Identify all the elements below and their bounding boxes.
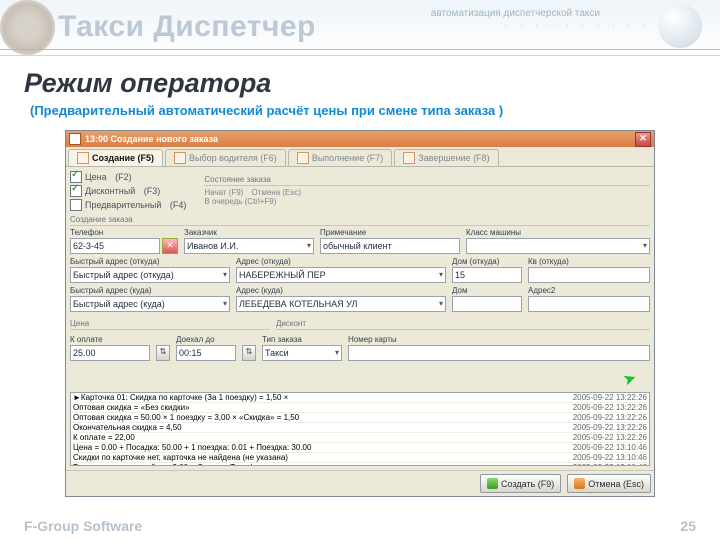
checkbox-discount[interactable]: Дисконтный (F3): [70, 185, 186, 197]
window-title: 13:00 Создание нового заказа: [85, 134, 218, 144]
flatto-input[interactable]: [528, 296, 650, 312]
page-title: Режим оператора: [24, 68, 271, 99]
close-icon[interactable]: ✕: [635, 132, 651, 147]
headset-avatar: [0, 0, 55, 55]
tab-exec[interactable]: Выполнение (F7): [288, 149, 392, 166]
ordertype-select[interactable]: Такси: [262, 345, 342, 361]
arrive-input[interactable]: 00:15: [176, 345, 236, 361]
pay-input[interactable]: 25.00: [70, 345, 150, 361]
check-icon: [487, 478, 498, 489]
arrive-stepper[interactable]: ⇅: [242, 345, 256, 361]
log-row: Точная сумма по прайсу = 3.00 × Скидки «…: [71, 463, 649, 467]
addrto-select[interactable]: ЛЕБЕДЕВА КОТЕЛЬНАЯ УЛ: [236, 296, 446, 312]
cancel-button[interactable]: Отмена (Esc): [567, 474, 651, 493]
order-window: 13:00 Создание нового заказа ✕ Создание …: [65, 130, 655, 497]
group-state: Состояние заказа: [204, 175, 650, 186]
globe-icon: [658, 4, 702, 48]
quickto-select[interactable]: Быстрый адрес (куда): [70, 296, 230, 312]
pay-stepper[interactable]: ⇅: [156, 345, 170, 361]
group-order: Создание заказа: [70, 215, 650, 226]
decorative-dots: · · · · · · · · · ·: [504, 18, 650, 32]
window-icon: [69, 133, 81, 145]
clear-phone-button[interactable]: ✕: [162, 238, 178, 254]
log-row: ►Карточка 01: Скидка по карточке (За 1 п…: [71, 393, 649, 403]
quickfrom-select[interactable]: Быстрый адрес (откуда): [70, 267, 230, 283]
cancel-icon: [574, 478, 585, 489]
log-row: Оптовая скидка = «Без скидки»2005-09-22 …: [71, 403, 649, 413]
log-panel[interactable]: ►Карточка 01: Скидка по карточке (За 1 п…: [70, 392, 650, 466]
tab-driver[interactable]: Выбор водителя (F6): [165, 149, 286, 166]
tab-icon: [403, 152, 415, 164]
card-input[interactable]: [348, 345, 650, 361]
houseto-input[interactable]: [452, 296, 522, 312]
phone-input[interactable]: 62-3-45: [70, 238, 160, 254]
company-footer: F-Group Software: [24, 518, 142, 534]
addrfrom-select[interactable]: НАБЕРЕЖНЫЙ ПЕР: [236, 267, 446, 283]
log-row: Окончательная скидка = 4,502005-09-22 13…: [71, 423, 649, 433]
tab-icon: [174, 152, 186, 164]
window-titlebar[interactable]: 13:00 Создание нового заказа ✕: [66, 131, 654, 147]
tab-finish[interactable]: Завершение (F8): [394, 149, 498, 166]
flatfrom-input[interactable]: [528, 267, 650, 283]
carclass-select[interactable]: [466, 238, 650, 254]
tab-icon: [77, 152, 89, 164]
create-button[interactable]: Создать (F9): [480, 474, 561, 493]
page-note: (Предварительный автоматический расчёт ц…: [30, 103, 503, 118]
page-number: 25: [680, 518, 696, 534]
tab-icon: [297, 152, 309, 164]
note-input[interactable]: обычный клиент: [320, 238, 460, 254]
log-row: К оплате = 22,002005-09-22 13:22:26: [71, 433, 649, 443]
customer-select[interactable]: Иванов И.И.: [184, 238, 314, 254]
log-row: Цена = 0.00 + Посадка: 50.00 + 1 поездка…: [71, 443, 649, 453]
log-row: Скидки по карточке нет, карточка не найд…: [71, 453, 649, 463]
log-row: Оптовая скидка = 50.00 × 1 поездку = 3,0…: [71, 413, 649, 423]
checkbox-pre[interactable]: Предварительный (F4): [70, 199, 186, 211]
brand-title: Такси Диспетчер: [58, 10, 316, 44]
housefrom-input[interactable]: 15: [452, 267, 522, 283]
tab-create[interactable]: Создание (F5): [68, 149, 163, 166]
checkbox-price[interactable]: Цена (F2): [70, 171, 186, 183]
